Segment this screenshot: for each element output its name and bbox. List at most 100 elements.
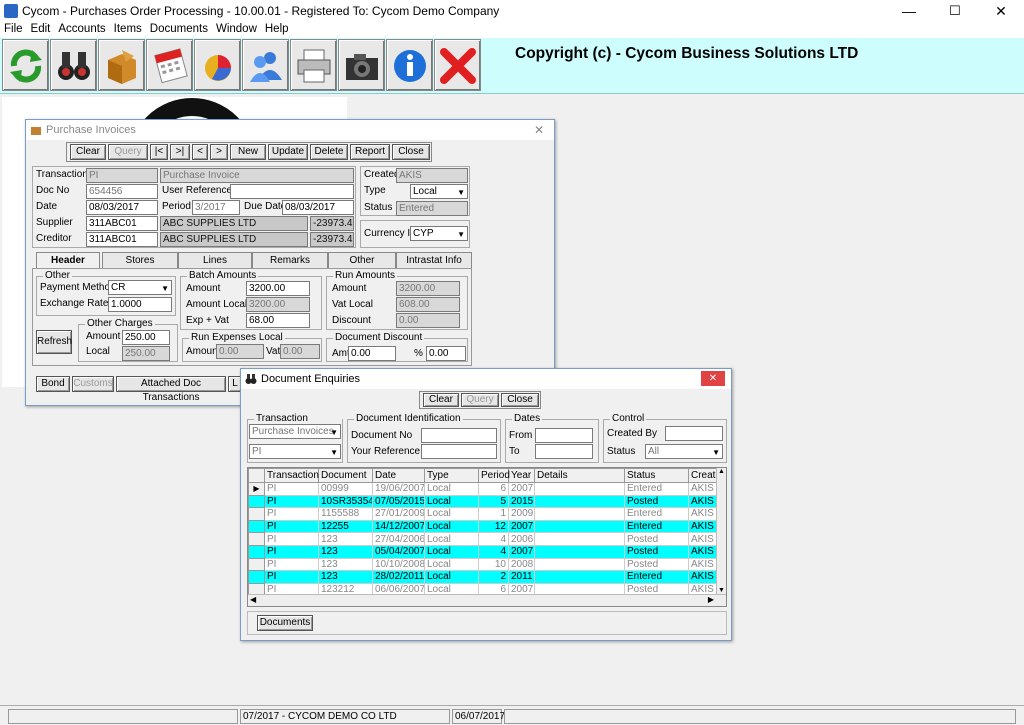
document-no-input[interactable] bbox=[421, 428, 497, 443]
close-icon[interactable]: ✕ bbox=[701, 371, 725, 386]
row-header[interactable] bbox=[248, 519, 265, 534]
col-header-status[interactable]: Status bbox=[624, 468, 689, 483]
search-button[interactable] bbox=[50, 39, 97, 91]
documents-button[interactable]: Documents bbox=[257, 615, 313, 631]
report-button[interactable]: Report bbox=[350, 144, 390, 160]
col-header-period[interactable]: Period bbox=[478, 468, 510, 483]
row-header[interactable] bbox=[248, 557, 265, 572]
creditor-code-field[interactable]: 311ABC01 bbox=[86, 232, 158, 247]
row-header[interactable] bbox=[248, 494, 265, 509]
maximize-button[interactable]: ☐ bbox=[932, 0, 978, 22]
your-reference-input[interactable] bbox=[421, 444, 497, 459]
discount-amount-field[interactable]: 0.00 bbox=[348, 346, 396, 361]
delete-button[interactable]: Delete bbox=[310, 144, 348, 160]
update-button[interactable]: Update bbox=[268, 144, 308, 160]
row-header[interactable] bbox=[248, 544, 265, 559]
transaction-code-field[interactable]: PI bbox=[86, 168, 158, 183]
col-header-date[interactable]: Date bbox=[372, 468, 425, 483]
info-button[interactable] bbox=[386, 39, 433, 91]
table-row[interactable]: PI 123 28/02/2011 Local 2 2011 Entered AKIS bbox=[248, 570, 726, 584]
scroll-up-icon[interactable]: ▲ bbox=[718, 468, 725, 475]
table-row[interactable]: PI 123 27/04/2006 Local 4 2006 Posted AKIS bbox=[248, 532, 726, 546]
scroll-down-icon[interactable]: ▼ bbox=[718, 587, 725, 594]
exp-vat-field[interactable]: 68.00 bbox=[246, 313, 310, 328]
scroll-left-icon[interactable]: ◀ bbox=[250, 595, 256, 604]
currency-dropdown[interactable]: CYP bbox=[410, 226, 468, 241]
customs-button[interactable]: Customs bbox=[72, 376, 114, 392]
table-row[interactable]: PI 123 10/10/2008 Local 10 2008 Posted AKIS bbox=[248, 557, 726, 572]
minimize-button[interactable]: — bbox=[886, 0, 932, 22]
col-header-details[interactable]: Details bbox=[534, 468, 625, 483]
refresh-button[interactable] bbox=[2, 39, 49, 91]
row-header[interactable] bbox=[248, 507, 265, 521]
col-header-document[interactable]: Document bbox=[318, 468, 373, 483]
menu-accounts[interactable]: Accounts bbox=[54, 22, 109, 37]
de-created-by-input[interactable] bbox=[665, 426, 723, 441]
row-header[interactable] bbox=[248, 532, 265, 546]
calendar-button[interactable] bbox=[146, 39, 193, 91]
period-field[interactable]: 3/2017 bbox=[192, 200, 240, 215]
chart-button[interactable] bbox=[194, 39, 241, 91]
exit-button[interactable] bbox=[434, 39, 481, 91]
discount-percent-field[interactable]: 0.00 bbox=[426, 346, 466, 361]
batch-amount-field[interactable]: 3200.00 bbox=[246, 281, 310, 296]
menu-edit[interactable]: Edit bbox=[27, 22, 55, 37]
de-clear-button[interactable]: Clear bbox=[423, 393, 459, 407]
row-header[interactable] bbox=[248, 570, 265, 584]
type-dropdown[interactable]: Local bbox=[410, 184, 468, 199]
table-row[interactable]: PI 12255 14/12/2007 Local 12 2007 Entered AKIS bbox=[248, 519, 726, 534]
prev-record-button[interactable]: < bbox=[192, 144, 208, 160]
bond-button[interactable]: Bond bbox=[36, 376, 70, 392]
new-button[interactable]: New bbox=[230, 144, 266, 160]
camera-button[interactable] bbox=[338, 39, 385, 91]
supplier-code-field[interactable]: 311ABC01 bbox=[86, 216, 158, 231]
table-row[interactable]: PI 10SR35354 07/05/2015 Local 5 2015 Posted AKI… bbox=[248, 494, 726, 509]
first-record-button[interactable]: |< bbox=[150, 144, 168, 160]
menu-window[interactable]: Window bbox=[212, 22, 261, 37]
user-reference-field[interactable] bbox=[230, 184, 354, 199]
de-status-dropdown[interactable]: All bbox=[645, 444, 723, 459]
col-header-year[interactable]: Year bbox=[508, 468, 535, 483]
tab-lines[interactable]: Lines bbox=[178, 252, 252, 268]
scroll-right-icon[interactable]: ▶ bbox=[708, 595, 714, 604]
accounts-button[interactable] bbox=[242, 39, 289, 91]
current-row-indicator-icon[interactable]: ▶ bbox=[248, 482, 265, 496]
tab-other[interactable]: Other bbox=[328, 252, 396, 268]
attached-doc-transactions-button[interactable]: Attached Doc Transactions bbox=[116, 376, 226, 403]
tab-header[interactable]: Header bbox=[36, 252, 100, 268]
menu-documents[interactable]: Documents bbox=[146, 22, 212, 37]
table-row[interactable]: ▶ PI 00999 19/06/2007 Local 6 2007 Entered AKIS bbox=[248, 482, 726, 496]
table-row[interactable]: PI 123 05/04/2007 Local 4 2007 Posted AKIS bbox=[248, 544, 726, 559]
refresh-button[interactable]: Refresh bbox=[36, 330, 72, 354]
tab-intrastat-info[interactable]: Intrastat Info bbox=[396, 252, 472, 268]
close-icon[interactable]: ✕ bbox=[534, 120, 544, 140]
de-query-button[interactable]: Query bbox=[461, 393, 499, 407]
close-window-button[interactable]: ✕ bbox=[978, 0, 1024, 22]
tab-stores[interactable]: Stores bbox=[102, 252, 178, 268]
col-header-type[interactable]: Type bbox=[424, 468, 479, 483]
items-button[interactable] bbox=[98, 39, 145, 91]
menu-file[interactable]: File bbox=[0, 22, 27, 37]
date-to-input[interactable] bbox=[535, 444, 593, 459]
transaction-code-dropdown[interactable]: PI bbox=[249, 444, 341, 459]
exchange-rate-field[interactable]: 1.0000 bbox=[108, 297, 172, 312]
table-row[interactable]: PI 1155588 27/01/2009 Local 1 2009 Entered AKIS bbox=[248, 507, 726, 521]
transaction-definition-dropdown[interactable]: Purchase Invoices bbox=[249, 424, 341, 439]
last-record-button[interactable]: >| bbox=[170, 144, 190, 160]
horizontal-scrollbar[interactable]: ◀ ▶ bbox=[248, 594, 726, 606]
tab-remarks[interactable]: Remarks bbox=[252, 252, 328, 268]
de-close-button[interactable]: Close bbox=[501, 393, 539, 407]
due-date-field[interactable]: 08/03/2017 bbox=[282, 200, 354, 215]
menu-help[interactable]: Help bbox=[261, 22, 293, 37]
oc-amount-field[interactable]: 250.00 bbox=[122, 330, 170, 345]
col-header-transaction[interactable]: Transaction bbox=[264, 468, 319, 483]
query-button[interactable]: Query bbox=[108, 144, 148, 160]
doc-no-field[interactable]: 654456 bbox=[86, 184, 158, 199]
clear-button[interactable]: Clear bbox=[70, 144, 106, 160]
menu-items[interactable]: Items bbox=[110, 22, 146, 37]
next-record-button[interactable]: > bbox=[210, 144, 228, 160]
date-from-input[interactable] bbox=[535, 428, 593, 443]
vertical-scrollbar[interactable]: ▲ ▼ bbox=[716, 468, 726, 594]
payment-method-dropdown[interactable]: CR bbox=[108, 280, 172, 295]
close-button[interactable]: Close bbox=[392, 144, 430, 160]
